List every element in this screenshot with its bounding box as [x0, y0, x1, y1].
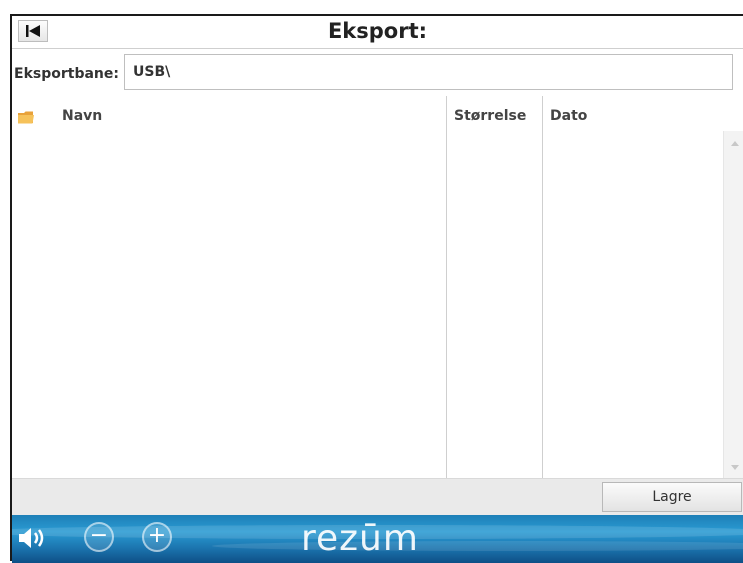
- column-header-date[interactable]: Dato: [550, 108, 587, 124]
- file-table: Navn Størrelse Dato: [12, 96, 743, 478]
- vertical-scrollbar[interactable]: [723, 131, 743, 478]
- brand-logo: rezūm: [301, 518, 419, 559]
- volume-down-button[interactable]: −: [84, 522, 114, 552]
- column-header-name[interactable]: Navn: [62, 108, 102, 124]
- action-toolbar: Lagre: [12, 478, 743, 516]
- column-header-size[interactable]: Størrelse: [454, 108, 526, 124]
- column-divider: [446, 96, 447, 478]
- folder-icon: [18, 109, 34, 128]
- volume-up-button[interactable]: +: [142, 522, 172, 552]
- export-path-input[interactable]: [124, 54, 733, 90]
- export-path-label: Eksportbane:: [14, 66, 119, 82]
- column-divider: [542, 96, 543, 478]
- save-button[interactable]: Lagre: [602, 482, 742, 512]
- water-decoration: [212, 541, 743, 551]
- header: Eksport:: [12, 16, 743, 49]
- speaker-icon[interactable]: [18, 527, 50, 549]
- export-path-row: Eksportbane:: [12, 54, 743, 90]
- page-title: Eksport:: [327, 19, 428, 43]
- bottom-bar: − + rezūm: [12, 515, 743, 563]
- export-window: Eksport: Eksportbane: Navn Størrelse Dat…: [10, 14, 743, 563]
- scroll-down-icon[interactable]: [731, 465, 739, 470]
- scroll-up-icon[interactable]: [731, 141, 739, 146]
